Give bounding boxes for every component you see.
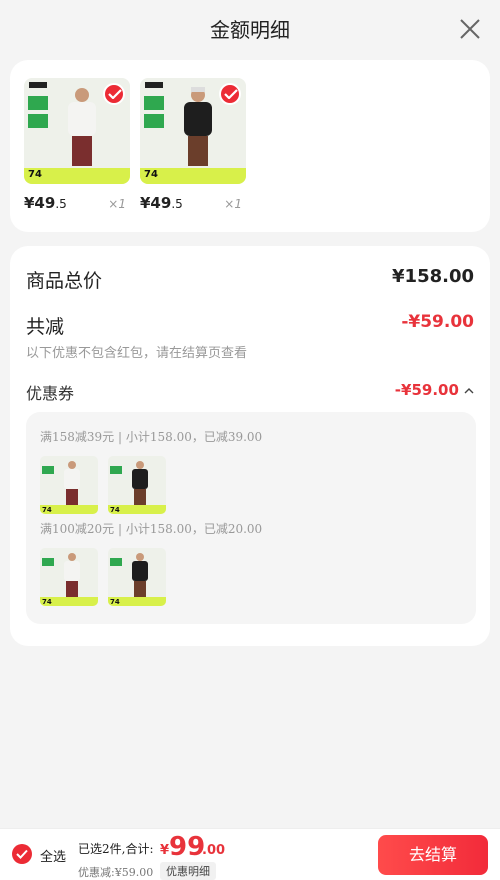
header: 金额明细 (0, 0, 500, 58)
selected-summary: 已选2件,合计: (78, 842, 154, 856)
select-all-label[interactable]: 全选 (40, 846, 66, 865)
product-item[interactable]: 74 ¥49.5 ×1 (140, 78, 246, 214)
pay-currency: ¥ (160, 843, 170, 858)
select-all-checkbox[interactable] (12, 844, 32, 864)
product-quantity: ×1 (108, 197, 126, 211)
discount-value: -¥59.00 (401, 312, 474, 332)
coupon-value: -¥59.00 (394, 381, 459, 399)
model-image (184, 87, 212, 166)
coupon-label: 优惠券 (26, 384, 75, 403)
coupon-detail-box: 满158减39元 | 小计158.00，已减39.00 74 74 满100减2… (26, 412, 476, 624)
checkmark-icon (16, 849, 28, 859)
price-summary-card: 商品总价 ¥158.00 共减 -¥59.00 以下优惠不包含红包，请在结算页查… (10, 246, 490, 646)
checkbox-checked-icon[interactable] (103, 83, 125, 105)
coupon-line: 满158减39元 | 小计158.00，已减39.00 (40, 430, 263, 444)
coupon-product-thumbnail: 74 (108, 456, 166, 514)
checkbox-checked-icon[interactable] (219, 83, 241, 105)
page-title: 金额明细 (210, 18, 290, 42)
product-thumbnail: 74 (140, 78, 246, 184)
pay-amount-decimal: .00 (202, 843, 226, 858)
total-label: 商品总价 (26, 270, 103, 292)
saved-amount: 优惠减:¥59.00 (78, 866, 154, 879)
close-icon[interactable] (458, 17, 482, 41)
coupon-product-thumbnail: 74 (108, 548, 166, 606)
brand-logo (145, 82, 163, 88)
discount-label: 共减 (26, 316, 65, 338)
checkout-bar: 全选 已选2件,合计: ¥ 99 .00 优惠减:¥59.00 优惠明细 去结算 (0, 828, 500, 880)
discount-note: 以下优惠不包含红包，请在结算页查看 (26, 346, 248, 361)
coupon-product-thumbnail: 74 (40, 548, 98, 606)
model-image (68, 88, 96, 166)
coupon-line: 满100减20元 | 小计158.00，已减20.00 (40, 522, 263, 536)
product-item[interactable]: 74 ¥49.5 ×1 (24, 78, 130, 214)
total-value: ¥158.00 (392, 266, 474, 287)
product-price: ¥49.5 ×1 (140, 194, 242, 212)
product-thumbnail: 74 (24, 78, 130, 184)
coupon-product-thumbnail: 74 (40, 456, 98, 514)
product-price: ¥49.5 ×1 (24, 194, 126, 212)
brand-logo (29, 82, 47, 88)
discount-detail-button[interactable]: 优惠明细 (160, 862, 216, 880)
checkout-button[interactable]: 去结算 (378, 835, 488, 875)
chevron-up-icon[interactable] (464, 387, 474, 395)
selected-products-card: 74 ¥49.5 ×1 74 ¥49.5 ×1 (10, 60, 490, 232)
product-quantity: ×1 (224, 197, 242, 211)
pay-amount: 99 (169, 832, 206, 862)
